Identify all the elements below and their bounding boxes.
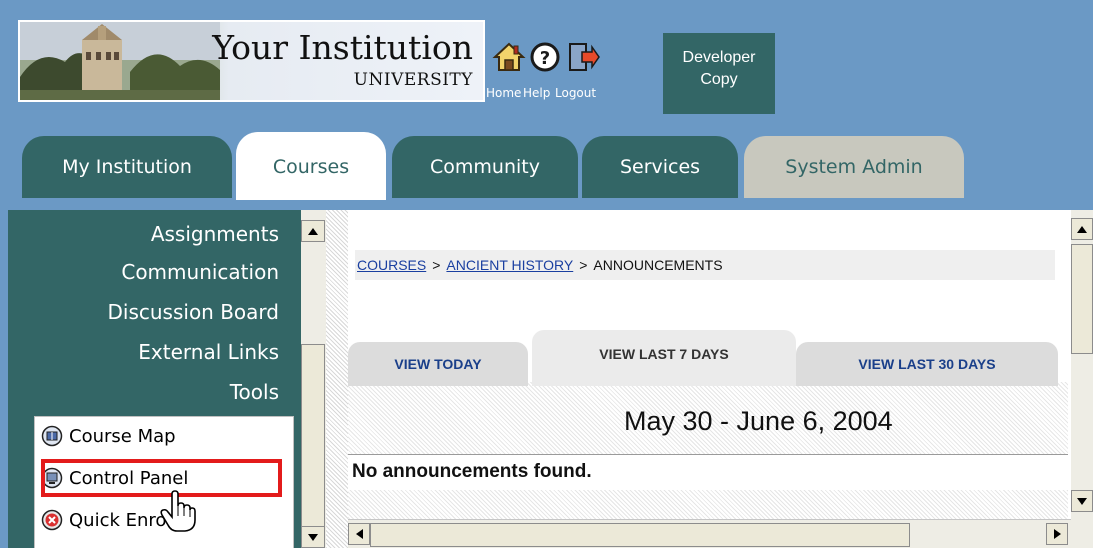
left-scrollbar[interactable] <box>301 210 326 548</box>
arrow-right-icon <box>1053 529 1061 539</box>
tab-system-admin[interactable]: System Admin <box>744 136 964 198</box>
sidebar-item-tools[interactable]: Tools <box>230 380 279 404</box>
breadcrumb-announcements: ANNOUNCEMENTS <box>593 257 723 273</box>
breadcrumb-courses[interactable]: COURSES <box>357 257 426 273</box>
empty-state-message: No announcements found. <box>348 454 1068 490</box>
main-content: COURSES > ANCIENT HISTORY > ANNOUNCEMENT… <box>326 210 1071 548</box>
sidebar-item-assignments[interactable]: Assignments <box>151 222 279 246</box>
scroll-thumb[interactable] <box>301 344 325 548</box>
developer-copy-badge: Developer Copy <box>663 33 775 114</box>
scroll-up-button[interactable] <box>301 220 325 242</box>
arrow-left-icon <box>355 529 363 539</box>
logo-title: Your Institution <box>212 28 473 67</box>
sidebar-item-external-links[interactable]: External Links <box>138 340 279 364</box>
main-tab-bar: My Institution Courses Community Service… <box>0 130 1093 200</box>
view-tabs: VIEW TODAY VIEW LAST 7 DAYS VIEW LAST 30… <box>348 330 1068 386</box>
breadcrumb-separator: > <box>432 257 441 273</box>
tab-my-institution[interactable]: My Institution <box>22 136 232 198</box>
tab-view-last-30-days[interactable]: VIEW LAST 30 DAYS <box>796 342 1058 386</box>
breadcrumb-ancient-history[interactable]: ANCIENT HISTORY <box>446 257 573 273</box>
scroll-up-button[interactable] <box>1071 218 1093 240</box>
home-icon[interactable] <box>492 40 526 74</box>
arrow-down-icon <box>1077 497 1087 505</box>
tool-course-map[interactable]: Course Map <box>41 421 176 451</box>
bottom-scrollbar[interactable] <box>348 519 1071 548</box>
scroll-thumb[interactable] <box>370 523 910 547</box>
scroll-down-button[interactable] <box>301 526 325 548</box>
tab-community[interactable]: Community <box>392 136 578 198</box>
arrow-up-icon <box>1077 225 1087 233</box>
sidebar-item-discussion-board[interactable]: Discussion Board <box>108 300 280 324</box>
logout-icon[interactable] <box>566 40 600 74</box>
institution-logo[interactable]: Your Institution UNIVERSITY <box>18 20 485 102</box>
help-link[interactable]: Help <box>523 86 550 100</box>
scroll-left-button[interactable] <box>348 523 370 545</box>
arrow-up-icon <box>308 227 318 235</box>
tab-view-last-7-days[interactable]: VIEW LAST 7 DAYS <box>532 330 796 386</box>
quick-enroll-icon <box>41 509 63 531</box>
course-map-icon <box>41 425 63 447</box>
hand-pointer-icon <box>160 490 196 532</box>
right-scrollbar[interactable] <box>1071 210 1093 548</box>
frame-divider <box>326 210 348 548</box>
scroll-down-button[interactable] <box>1071 490 1093 512</box>
tab-view-today[interactable]: VIEW TODAY <box>348 342 528 386</box>
tab-services[interactable]: Services <box>582 136 738 198</box>
breadcrumb-separator: > <box>579 257 588 273</box>
logout-link[interactable]: Logout <box>555 86 596 100</box>
developer-line2: Copy <box>700 71 738 88</box>
scroll-thumb[interactable] <box>1071 244 1093 354</box>
scroll-right-button[interactable] <box>1046 523 1068 545</box>
date-range-heading: May 30 - June 6, 2004 <box>624 406 893 436</box>
course-menu: Assignments Communication Discussion Boa… <box>8 210 301 548</box>
tool-quick-enroll[interactable]: Quick Enroll <box>41 505 176 535</box>
logo-subtitle: UNIVERSITY <box>353 70 473 90</box>
developer-line1: Developer <box>682 49 756 66</box>
home-link[interactable]: Home <box>486 86 521 100</box>
svg-text:?: ? <box>540 48 550 69</box>
help-icon[interactable]: ? <box>528 40 562 74</box>
breadcrumb: COURSES > ANCIENT HISTORY > ANNOUNCEMENT… <box>355 250 1055 280</box>
campus-photo <box>20 22 220 100</box>
arrow-down-icon <box>308 533 318 541</box>
tool-label: Course Map <box>69 425 176 447</box>
tab-courses[interactable]: Courses <box>236 132 386 200</box>
sidebar-item-communication[interactable]: Communication <box>121 260 279 284</box>
